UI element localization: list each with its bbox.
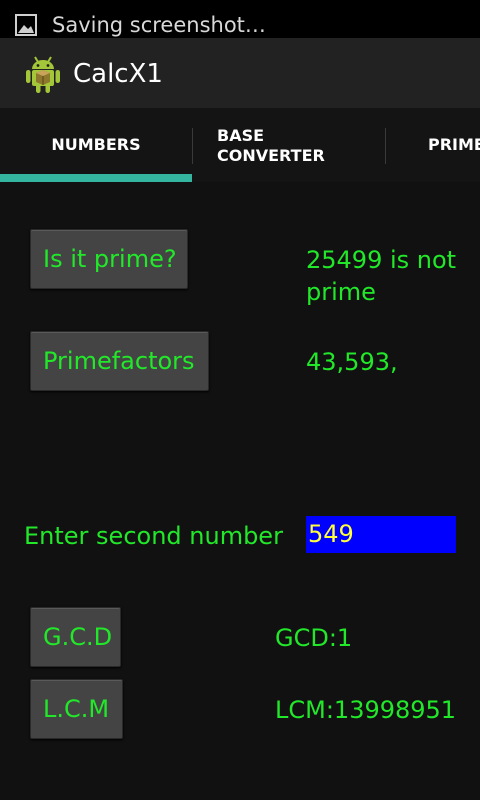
second-number-label: Enter second number bbox=[24, 522, 283, 550]
gcd-button[interactable]: G.C.D bbox=[30, 607, 121, 667]
gcd-result: GCD:1 bbox=[275, 624, 353, 652]
primefactors-button[interactable]: Primefactors bbox=[30, 331, 209, 391]
tab-selected-indicator bbox=[0, 174, 192, 182]
prime-result-line1: 25499 is not bbox=[306, 246, 457, 274]
tab-base-label-line1: BASE bbox=[217, 126, 265, 145]
status-notification-text: Saving screenshot… bbox=[52, 13, 266, 37]
image-icon bbox=[15, 14, 37, 36]
tab-prime[interactable]: PRIME bbox=[428, 108, 480, 182]
tab-numbers-label: NUMBERS bbox=[51, 135, 141, 154]
second-number-input[interactable]: 549 bbox=[306, 516, 456, 553]
app-title: CalcX1 bbox=[73, 59, 163, 89]
is-prime-button[interactable]: Is it prime? bbox=[30, 229, 188, 289]
lcm-button[interactable]: L.C.M bbox=[30, 679, 123, 739]
android-icon bbox=[26, 56, 60, 93]
prime-result-line2: prime bbox=[306, 278, 376, 306]
tab-prime-label: PRIME bbox=[428, 135, 480, 154]
tab-base-converter[interactable]: BASE CONVERTER bbox=[217, 126, 377, 166]
tab-bar: NUMBERS BASE CONVERTER PRIME bbox=[0, 108, 480, 182]
tab-numbers[interactable]: NUMBERS bbox=[0, 108, 192, 182]
app-screen: Saving screenshot… CalcX1 NUMBERS BASE C… bbox=[0, 0, 480, 800]
primefactors-result: 43,593, bbox=[306, 348, 398, 376]
tab-base-label-line2: CONVERTER bbox=[217, 146, 325, 165]
action-bar: CalcX1 bbox=[0, 38, 480, 108]
lcm-result: LCM:13998951 bbox=[275, 696, 457, 724]
tab-divider bbox=[385, 128, 386, 164]
status-bar: Saving screenshot… bbox=[0, 0, 480, 38]
tab-divider bbox=[192, 128, 193, 164]
